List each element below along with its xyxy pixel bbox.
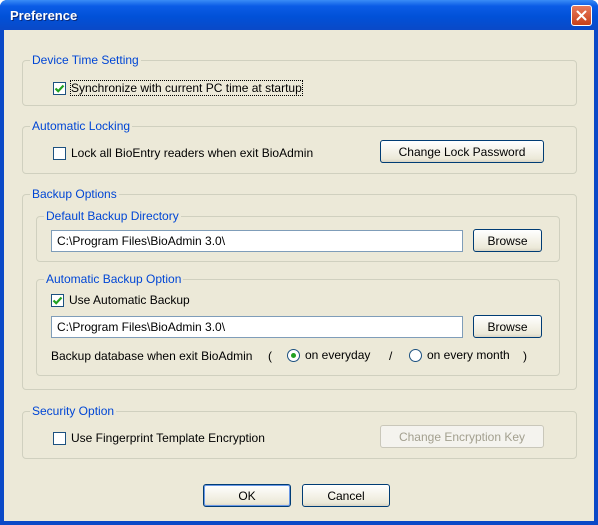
lock-readers-label: Lock all BioEntry readers when exit BioA… bbox=[71, 146, 314, 160]
backup-options-legend: Backup Options bbox=[30, 187, 119, 201]
encryption-label: Use Fingerprint Template Encryption bbox=[71, 431, 265, 445]
preference-window: Preference Device Time Setting Synchroni… bbox=[0, 0, 598, 525]
default-backup-directory-legend: Default Backup Directory bbox=[44, 209, 181, 223]
cancel-button[interactable]: Cancel bbox=[302, 484, 390, 507]
change-lock-password-button[interactable]: Change Lock Password bbox=[380, 140, 544, 163]
default-backup-directory-group: Default Backup Directory C:\Program File… bbox=[36, 209, 560, 262]
automatic-locking-group: Automatic Locking Lock all BioEntry read… bbox=[22, 119, 577, 174]
automatic-backup-path-input[interactable]: C:\Program Files\BioAdmin 3.0\ bbox=[51, 316, 463, 338]
radio-on-every-month[interactable]: on every month bbox=[409, 348, 510, 362]
window-title: Preference bbox=[10, 8, 78, 23]
lock-readers-checkbox-box[interactable] bbox=[53, 146, 66, 160]
automatic-backup-option-group: Automatic Backup Option Use Automatic Ba… bbox=[36, 272, 560, 376]
default-backup-browse-button[interactable]: Browse bbox=[473, 229, 542, 252]
sync-time-label: Synchronize with current PC time at star… bbox=[70, 80, 303, 96]
default-backup-path-input[interactable]: C:\Program Files\BioAdmin 3.0\ bbox=[51, 230, 463, 252]
security-option-legend: Security Option bbox=[30, 404, 117, 418]
radio-on-every-month-circle[interactable] bbox=[409, 348, 422, 362]
radio-on-everyday-label: on everyday bbox=[305, 348, 371, 362]
automatic-backup-browse-button[interactable]: Browse bbox=[473, 315, 542, 338]
title-bar[interactable]: Preference bbox=[0, 0, 598, 30]
device-time-group: Device Time Setting Synchronize with cur… bbox=[22, 53, 577, 106]
security-option-group: Security Option Use Fingerprint Template… bbox=[22, 404, 577, 459]
close-icon bbox=[576, 10, 587, 21]
close-button[interactable] bbox=[571, 5, 592, 26]
encryption-checkbox[interactable]: Use Fingerprint Template Encryption bbox=[53, 431, 265, 445]
use-automatic-backup-checkbox[interactable]: Use Automatic Backup bbox=[51, 293, 190, 307]
dialog-body: Device Time Setting Synchronize with cur… bbox=[4, 30, 594, 521]
backup-options-group: Backup Options Default Backup Directory … bbox=[22, 187, 577, 390]
use-automatic-backup-checkbox-box[interactable] bbox=[51, 293, 64, 307]
sync-time-checkbox-box[interactable] bbox=[53, 81, 66, 95]
close-paren: ) bbox=[523, 349, 527, 363]
sync-time-checkbox[interactable]: Synchronize with current PC time at star… bbox=[53, 80, 303, 96]
encryption-checkbox-box[interactable] bbox=[53, 431, 66, 445]
change-encryption-key-button[interactable]: Change Encryption Key bbox=[380, 425, 544, 448]
automatic-locking-legend: Automatic Locking bbox=[30, 119, 133, 133]
ok-button[interactable]: OK bbox=[203, 484, 291, 507]
option-separator: / bbox=[389, 349, 393, 363]
lock-readers-checkbox[interactable]: Lock all BioEntry readers when exit BioA… bbox=[53, 146, 313, 160]
checkmark-icon bbox=[52, 296, 63, 305]
device-time-legend: Device Time Setting bbox=[30, 53, 141, 67]
radio-on-everyday-circle[interactable] bbox=[287, 348, 300, 362]
backup-schedule-text: Backup database when exit BioAdmin bbox=[51, 349, 253, 363]
open-paren: ( bbox=[268, 349, 272, 363]
radio-on-everyday[interactable]: on everyday bbox=[287, 348, 370, 362]
checkmark-icon bbox=[54, 84, 65, 93]
use-automatic-backup-label: Use Automatic Backup bbox=[69, 293, 190, 307]
automatic-backup-option-legend: Automatic Backup Option bbox=[44, 272, 184, 286]
radio-on-every-month-label: on every month bbox=[427, 348, 510, 362]
